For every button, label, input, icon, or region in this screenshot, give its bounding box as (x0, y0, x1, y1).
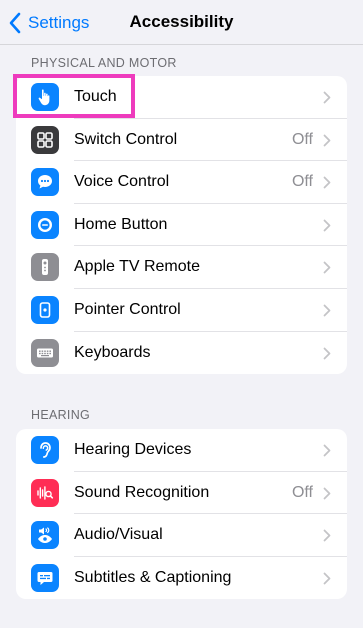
keyboard-icon (31, 338, 59, 367)
row-label: Home Button (74, 215, 168, 233)
chevron-right-icon (323, 304, 331, 317)
tv-remote-icon (31, 253, 59, 282)
section-header-hearing: HEARING (31, 408, 91, 422)
row-label: Apple TV Remote (74, 258, 200, 276)
hand-point-icon (31, 83, 59, 111)
row-hearing-devices[interactable]: Hearing Devices (16, 429, 347, 472)
home-button-icon (31, 210, 59, 239)
row-touch[interactable]: Touch (16, 76, 347, 119)
chevron-right-icon (323, 347, 331, 360)
row-home-button[interactable]: Home Button (16, 204, 347, 247)
chevron-right-icon (323, 487, 331, 500)
captions-icon (31, 563, 59, 592)
row-label: Switch Control (74, 130, 178, 148)
section-header-physical-motor: PHYSICAL AND MOTOR (31, 56, 177, 70)
chevron-right-icon (323, 444, 331, 457)
chevron-right-icon (323, 529, 331, 542)
row-label: Hearing Devices (74, 441, 192, 458)
chevron-right-icon (323, 261, 331, 274)
speaker-eye-icon (31, 521, 59, 550)
row-keyboards[interactable]: Keyboards (16, 332, 347, 375)
navigation-bar: Settings Accessibility (0, 0, 363, 45)
ear-icon (31, 436, 59, 464)
row-switch-control[interactable]: Switch Control Off (16, 119, 347, 162)
voice-bubble-icon (31, 168, 59, 197)
row-label: Sound Recognition (74, 483, 210, 501)
row-label: Pointer Control (74, 300, 181, 318)
switch-grid-icon (31, 125, 59, 154)
row-label: Subtitles & Captioning (74, 568, 232, 586)
row-label: Keyboards (74, 343, 151, 361)
chevron-right-icon (323, 91, 331, 104)
chevron-right-icon (323, 572, 331, 585)
row-sound-recognition[interactable]: Sound Recognition Off (16, 472, 347, 515)
hearing-group: Hearing Devices Sound Recognition Off Au… (16, 429, 347, 600)
row-voice-control[interactable]: Voice Control Off (16, 161, 347, 204)
row-audio-visual[interactable]: Audio/Visual (16, 514, 347, 557)
physical-motor-group: Touch Switch Control Off Voice Control O… (16, 76, 347, 375)
sound-wave-icon (31, 478, 59, 507)
pointer-icon (31, 295, 59, 324)
row-value: Off (291, 130, 313, 148)
row-subtitles-captioning[interactable]: Subtitles & Captioning (16, 557, 347, 600)
row-value: Off (291, 483, 313, 501)
chevron-right-icon (323, 134, 331, 147)
row-pointer-control[interactable]: Pointer Control (16, 289, 347, 332)
page-title: Accessibility (129, 12, 234, 31)
row-apple-tv-remote[interactable]: Apple TV Remote (16, 246, 347, 289)
row-label: Voice Control (74, 173, 170, 191)
chevron-right-icon (323, 176, 331, 189)
row-label: Touch (74, 88, 117, 105)
row-value: Off (291, 173, 313, 191)
chevron-right-icon (323, 219, 331, 232)
row-label: Audio/Visual (74, 526, 163, 544)
